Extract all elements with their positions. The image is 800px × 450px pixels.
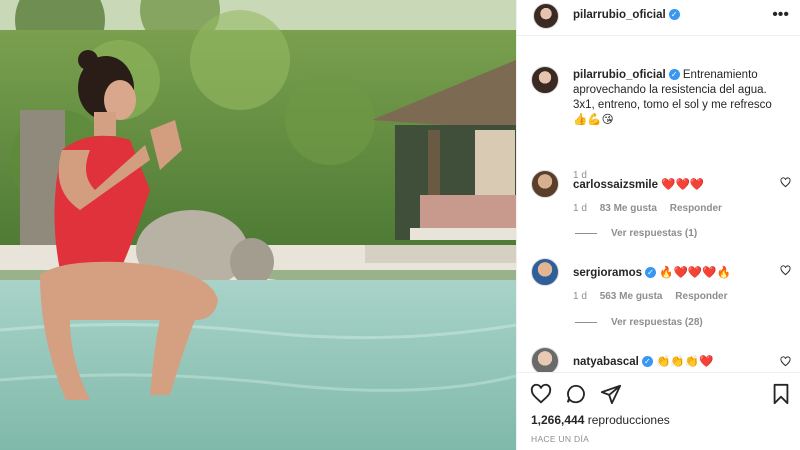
comment-meta: 1 d 83 Me gusta Responder: [573, 203, 732, 214]
video-frame-illustration: [0, 0, 516, 450]
comment-like-heart-icon[interactable]: [780, 356, 791, 367]
caption-username[interactable]: pilarrubio_oficial: [573, 69, 666, 81]
comment-text: natyabascal ✓ 👏👏👏❤️: [573, 354, 713, 368]
comment-text: sergioramos ✓ 🔥❤️❤️❤️🔥: [573, 265, 731, 279]
comment-like-heart-icon[interactable]: [780, 265, 791, 276]
comment-username[interactable]: natyabascal: [573, 356, 639, 368]
comment-item: natyabascal ✓ 👏👏👏❤️: [531, 347, 791, 372]
caption-text-block: pilarrubio_oficial ✓ Entrenamiento aprove…: [573, 68, 788, 128]
comment-avatar[interactable]: [531, 170, 559, 198]
comment-like-heart-icon[interactable]: [780, 177, 791, 188]
comment-icon[interactable]: [565, 383, 587, 405]
comment-username[interactable]: sergioramos: [573, 267, 642, 279]
reply-button[interactable]: Responder: [675, 291, 727, 302]
post-header: pilarrubio_oficial ✓ •••: [517, 0, 800, 36]
author-username-label[interactable]: pilarrubio_oficial: [573, 9, 666, 21]
post-side-panel: pilarrubio_oficial ✓ ••• pilarrubio_ofici…: [516, 0, 800, 450]
verified-badge-icon: ✓: [645, 267, 657, 279]
post-timestamp: HACE UN DÍA: [531, 434, 590, 444]
views-count[interactable]: 1,266,444 reproducciones: [531, 413, 670, 427]
post-video[interactable]: [0, 0, 516, 450]
verified-badge-icon: ✓: [668, 9, 680, 21]
comment-age: 1 d: [573, 203, 587, 214]
comment-body: 👏👏👏❤️: [656, 356, 714, 368]
comments-scroll-area[interactable]: pilarrubio_oficial ✓ Entrenamiento aprove…: [517, 36, 800, 372]
comment-avatar[interactable]: [531, 258, 559, 286]
comment-item: sergioramos ✓ 🔥❤️❤️❤️🔥 1 d 563 Me gusta R…: [531, 258, 791, 318]
author-avatar[interactable]: [533, 3, 559, 29]
views-label: reproducciones: [587, 413, 670, 427]
post-actions-bar: 1,266,444 reproducciones HACE UN DÍA: [517, 372, 800, 450]
comment-body: 🔥❤️❤️❤️🔥: [659, 267, 731, 279]
comment-meta: 1 d 563 Me gusta Responder: [573, 291, 738, 302]
comment-age: 1 d: [573, 291, 587, 302]
author-username-header[interactable]: pilarrubio_oficial ✓: [573, 9, 680, 21]
share-icon[interactable]: [600, 383, 622, 405]
comment-likes[interactable]: 83 Me gusta: [600, 203, 657, 214]
comment-avatar[interactable]: [531, 347, 559, 372]
comment-item: carlossaizsmile ❤️❤️❤️ 1 d 83 Me gusta R…: [531, 170, 791, 230]
verified-badge-icon: ✓: [641, 356, 653, 368]
more-options-icon[interactable]: •••: [772, 7, 789, 23]
reply-button[interactable]: Responder: [670, 203, 722, 214]
view-replies-button[interactable]: Ver respuestas (1): [575, 228, 697, 239]
comment-body: ❤️❤️❤️: [661, 179, 705, 191]
comment-text: carlossaizsmile ❤️❤️❤️: [573, 177, 704, 191]
comment-likes[interactable]: 563 Me gusta: [600, 291, 663, 302]
bookmark-icon[interactable]: [770, 383, 792, 405]
view-replies-button[interactable]: Ver respuestas (28): [575, 317, 703, 328]
comment-username[interactable]: carlossaizsmile: [573, 179, 658, 191]
caption-author-avatar[interactable]: [531, 66, 559, 94]
verified-badge-icon: ✓: [668, 69, 680, 81]
heart-icon[interactable]: [530, 383, 552, 405]
views-number: 1,266,444: [531, 413, 585, 427]
